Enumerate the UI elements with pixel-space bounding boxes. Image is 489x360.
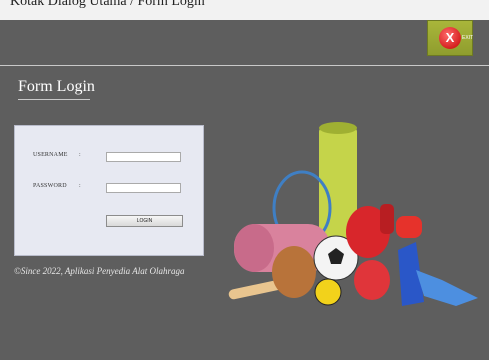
exit-label: EXIT	[462, 35, 474, 41]
copyright-text: ©Since 2022, Aplikasi Penyedia Alat Olah…	[14, 266, 185, 276]
password-input[interactable]	[106, 183, 181, 193]
username-input[interactable]	[106, 152, 181, 162]
close-icon: X	[439, 27, 461, 49]
top-strip: Kotak Dialog Utama / Form Login	[0, 0, 489, 20]
exit-button[interactable]: X EXIT	[427, 20, 473, 56]
login-button[interactable]: LOGIN	[106, 215, 183, 227]
top-caption: Kotak Dialog Utama / Form Login	[10, 0, 205, 9]
baseball-glove	[272, 246, 316, 298]
sports-equipment-illustration	[228, 122, 478, 306]
username-colon: :	[79, 152, 81, 158]
login-panel: USERNAME : PASSWORD : LOGIN	[14, 125, 204, 256]
small-ball	[314, 278, 342, 306]
password-label: PASSWORD	[33, 183, 67, 189]
username-label: USERNAME	[33, 152, 68, 158]
header-divider	[0, 65, 489, 66]
form-title: Form Login	[18, 78, 95, 95]
title-underline	[18, 99, 90, 100]
password-colon: :	[79, 183, 81, 189]
